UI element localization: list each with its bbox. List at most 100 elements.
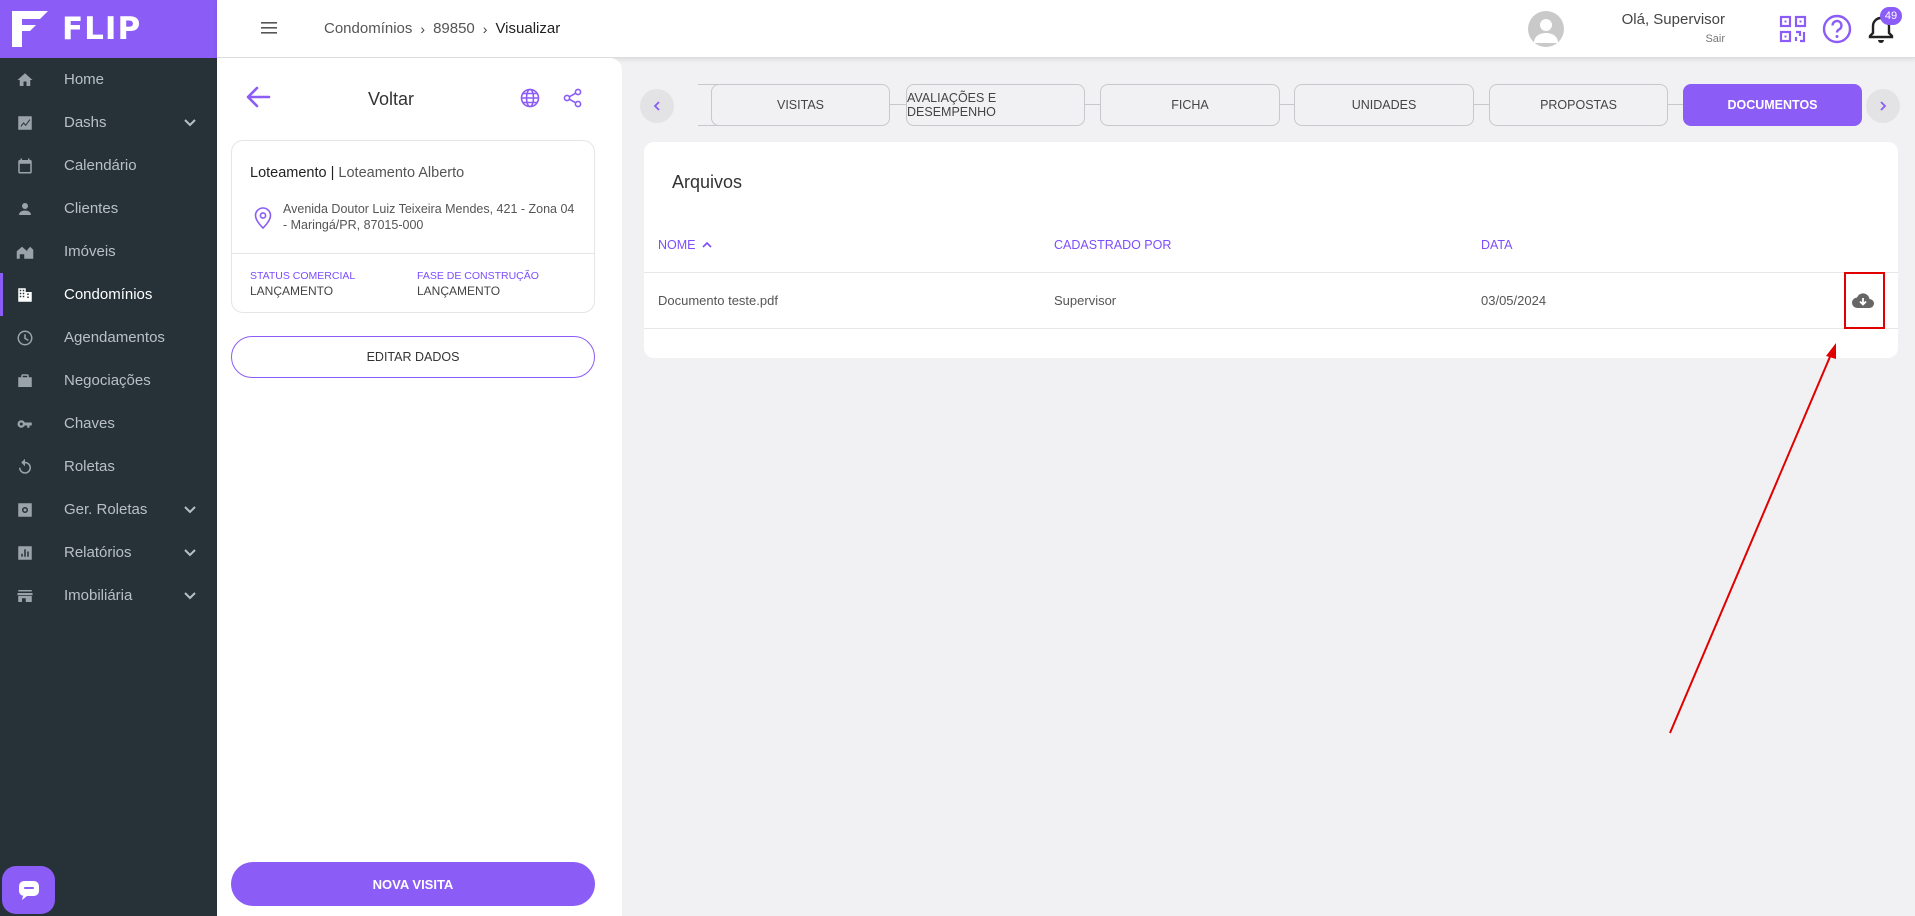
sidebar-item-label: Clientes bbox=[64, 200, 119, 217]
file-name-cell[interactable]: Documento teste.pdf bbox=[658, 293, 778, 308]
tab-scroll-left-button[interactable] bbox=[640, 89, 674, 123]
topbar: Condomínios › 89850 › Visualizar Olá, Su… bbox=[217, 0, 1915, 58]
edit-data-button[interactable]: EDITAR DADOS bbox=[231, 336, 595, 378]
tab-avaliacoes[interactable]: AVALIAÇÕES E DESEMPENHO bbox=[906, 84, 1085, 126]
sidebar-item-label: Relatórios bbox=[64, 544, 132, 561]
sidebar-item-label: Imóveis bbox=[64, 243, 116, 260]
globe-icon[interactable] bbox=[520, 88, 540, 108]
sidebar-item-label: Condomínios bbox=[64, 286, 153, 303]
building-icon bbox=[15, 285, 35, 305]
breadcrumb-separator: › bbox=[420, 20, 426, 37]
sidebar-item-ger-roletas[interactable]: Ger. Roletas bbox=[0, 488, 217, 531]
back-arrow-icon[interactable] bbox=[245, 84, 271, 110]
sidebar-nav: Home Dashs Calendário Clientes Imóveis C… bbox=[0, 58, 217, 617]
sidebar-item-imoveis[interactable]: Imóveis bbox=[0, 230, 217, 273]
sort-ascending-icon bbox=[701, 241, 712, 248]
location-pin-icon bbox=[254, 207, 272, 230]
registered-by-cell: Supervisor bbox=[1054, 293, 1117, 308]
sidebar-item-chaves[interactable]: Chaves bbox=[0, 402, 217, 445]
sidebar-item-label: Home bbox=[64, 71, 105, 88]
chevron-right-icon bbox=[1880, 101, 1887, 111]
tab-bar: VISITAS AVALIAÇÕES E DESEMPENHO FICHA UN… bbox=[640, 84, 1902, 126]
annotation-highlight-box bbox=[1844, 272, 1885, 329]
qr-code-icon[interactable] bbox=[1779, 15, 1807, 43]
tab-documentos[interactable]: DOCUMENTOS bbox=[1683, 84, 1862, 126]
card-divider bbox=[232, 253, 594, 254]
brand-name: FLIP bbox=[62, 11, 142, 47]
tab-propostas[interactable]: PROPOSTAS bbox=[1489, 84, 1668, 126]
notification-badge: 49 bbox=[1880, 7, 1902, 25]
sidebar-item-roletas[interactable]: Roletas bbox=[0, 445, 217, 488]
tab-visitas[interactable]: VISITAS bbox=[711, 84, 890, 126]
sidebar-item-label: Negociações bbox=[64, 372, 151, 389]
sidebar-item-label: Dashs bbox=[64, 114, 107, 131]
sidebar-item-negociacoes[interactable]: Negociações bbox=[0, 359, 217, 402]
clock-icon bbox=[15, 328, 35, 348]
sidebar-item-agendamentos[interactable]: Agendamentos bbox=[0, 316, 217, 359]
sidebar-item-condominios[interactable]: Condomínios bbox=[0, 273, 217, 316]
table-header-divider bbox=[644, 272, 1898, 273]
files-card: Arquivos NOME CADASTRADO POR DATA Docume… bbox=[644, 142, 1898, 358]
property-type: Loteamento bbox=[250, 165, 327, 181]
person-icon bbox=[15, 199, 35, 219]
sidebar-item-home[interactable]: Home bbox=[0, 58, 217, 101]
logout-link[interactable]: Sair bbox=[1622, 33, 1725, 45]
tab-unidades[interactable]: UNIDADES bbox=[1294, 84, 1474, 126]
construction-phase: FASE DE CONSTRUÇÃO LANÇAMENTO bbox=[417, 270, 539, 298]
brand-bar[interactable]: FLIP bbox=[0, 0, 217, 58]
sidebar-item-imobiliaria[interactable]: Imobiliária bbox=[0, 574, 217, 617]
chevron-left-icon bbox=[653, 101, 660, 111]
status-commercial-value: LANÇAMENTO bbox=[250, 284, 334, 298]
tab-ficha[interactable]: FICHA bbox=[1100, 84, 1280, 126]
breadcrumb-item-condominios[interactable]: Condomínios bbox=[324, 20, 412, 37]
sidebar-item-label: Imobiliária bbox=[64, 587, 133, 604]
calendar-icon bbox=[15, 156, 35, 176]
table-row-divider bbox=[644, 328, 1898, 329]
avatar[interactable] bbox=[1528, 11, 1564, 47]
briefcase-icon bbox=[15, 371, 35, 391]
help-icon[interactable] bbox=[1822, 14, 1852, 44]
breadcrumb: Condomínios › 89850 › Visualizar bbox=[324, 20, 560, 37]
status-commercial-label: STATUS COMERCIAL bbox=[250, 270, 356, 282]
chevron-down-icon[interactable] bbox=[183, 502, 197, 516]
flip-logo-icon bbox=[10, 9, 50, 49]
key-icon bbox=[15, 414, 35, 434]
breadcrumb-item-current: Visualizar bbox=[495, 20, 561, 37]
house-icon bbox=[15, 242, 35, 262]
sidebar-item-clientes[interactable]: Clientes bbox=[0, 187, 217, 230]
breadcrumb-item-id[interactable]: 89850 bbox=[433, 20, 475, 37]
breadcrumb-separator: › bbox=[482, 20, 488, 37]
sidebar-item-label: Agendamentos bbox=[64, 329, 165, 346]
date-cell: 03/05/2024 bbox=[1481, 293, 1547, 308]
sidebar-item-relatorios[interactable]: Relatórios bbox=[0, 531, 217, 574]
construction-phase-value: LANÇAMENTO bbox=[417, 284, 501, 298]
sidebar-item-label: Chaves bbox=[64, 415, 115, 432]
sidebar-item-dashs[interactable]: Dashs bbox=[0, 101, 217, 144]
sidebar-item-calendario[interactable]: Calendário bbox=[0, 144, 217, 187]
files-title: Arquivos bbox=[672, 172, 743, 192]
tab-scroll-right-button[interactable] bbox=[1866, 89, 1900, 123]
chat-button[interactable] bbox=[2, 866, 55, 914]
column-header-registered-by[interactable]: CADASTRADO POR bbox=[1054, 238, 1171, 252]
refresh-icon bbox=[15, 457, 35, 477]
home-icon bbox=[15, 70, 35, 90]
user-greeting: Olá, Supervisor bbox=[1621, 11, 1725, 28]
sidebar-item-label: Calendário bbox=[64, 157, 137, 174]
user-block: Olá, Supervisor Sair bbox=[1622, 11, 1725, 45]
report-icon bbox=[15, 543, 35, 563]
title-separator: | bbox=[326, 165, 339, 181]
hamburger-menu-icon[interactable] bbox=[259, 19, 279, 37]
column-header-name[interactable]: NOME bbox=[658, 238, 713, 252]
detail-panel: Voltar Loteamento | Loteamento Alberto A… bbox=[217, 58, 622, 916]
share-icon[interactable] bbox=[563, 88, 583, 108]
chevron-down-icon[interactable] bbox=[183, 545, 197, 559]
back-label[interactable]: Voltar bbox=[368, 89, 414, 110]
property-name: Loteamento Alberto bbox=[338, 165, 465, 181]
sidebar-item-label: Roletas bbox=[64, 458, 115, 475]
sidebar: FLIP Home Dashs Calendário Clientes Imóv… bbox=[0, 0, 217, 916]
column-header-date[interactable]: DATA bbox=[1481, 238, 1512, 252]
new-visit-button[interactable]: NOVA VISITA bbox=[231, 862, 595, 906]
chevron-down-icon[interactable] bbox=[183, 115, 197, 129]
chevron-down-icon[interactable] bbox=[183, 588, 197, 602]
store-icon bbox=[15, 586, 35, 606]
